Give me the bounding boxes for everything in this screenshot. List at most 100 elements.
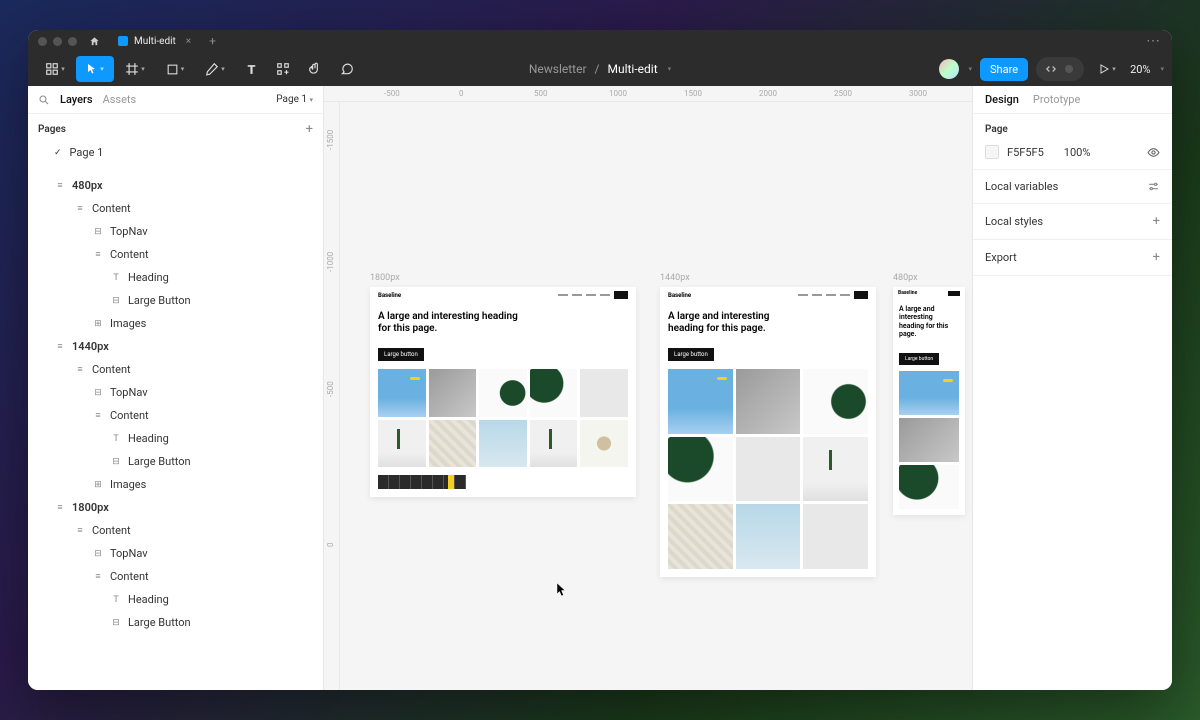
grid-icon: ⊞ <box>92 319 104 329</box>
avatar[interactable] <box>939 59 959 79</box>
page-color-value[interactable]: F5F5F5 <box>1007 146 1044 159</box>
close-dot[interactable] <box>38 37 47 46</box>
pages-section-header: Pages + <box>28 114 323 141</box>
window-menu-icon[interactable]: ⋯ <box>1146 33 1162 49</box>
variables-settings-icon[interactable] <box>1147 180 1160 193</box>
avatar-chevron-icon[interactable]: ▾ <box>969 65 973 73</box>
traffic-lights[interactable] <box>38 37 77 46</box>
layer-row[interactable]: ⊞Images <box>28 473 323 496</box>
toolbar: ▾ ▾ ▾ ▾ ▾ <box>28 52 1172 86</box>
add-style-button[interactable]: + <box>1153 214 1160 229</box>
min-dot[interactable] <box>53 37 62 46</box>
canvas-area[interactable]: -500 0 500 1000 1500 2000 2500 3000 -150… <box>324 86 972 690</box>
frame-1800[interactable]: 1800px Baseline A large and interesting … <box>370 287 636 497</box>
move-tool[interactable]: ▾ <box>76 56 114 82</box>
shape-tool[interactable]: ▾ <box>156 56 194 82</box>
layer-row[interactable]: THeading <box>28 266 323 289</box>
visibility-icon[interactable] <box>1147 146 1160 159</box>
check-icon: ✓ <box>54 148 62 158</box>
T-icon: T <box>110 434 122 444</box>
line-icon: ≡ <box>54 502 66 513</box>
layer-label: Large Button <box>128 455 191 468</box>
dev-mode-toggle[interactable] <box>1036 57 1084 81</box>
line-icon: ≡ <box>74 364 86 375</box>
home-icon[interactable] <box>89 36 100 47</box>
hand-tool[interactable] <box>300 56 330 82</box>
layer-row[interactable]: ≡Content <box>28 519 323 542</box>
zoom-chevron-icon[interactable]: ▾ <box>1160 65 1164 73</box>
add-page-button[interactable]: + <box>306 122 313 137</box>
layer-row[interactable]: ≡Content <box>28 243 323 266</box>
line-icon: ≡ <box>92 410 104 421</box>
frame-1440[interactable]: 1440px Baseline A large and interesting … <box>660 287 876 577</box>
layers-list[interactable]: ≡480px≡Content⊟TopNav≡ContentTHeading⊟La… <box>28 174 323 690</box>
frame-label[interactable]: 1440px <box>660 273 690 283</box>
layer-row[interactable]: ≡Content <box>28 197 323 220</box>
export-label[interactable]: Export <box>985 251 1017 264</box>
prototype-tab[interactable]: Prototype <box>1033 93 1080 106</box>
layer-row[interactable]: ≡Content <box>28 404 323 427</box>
present-button[interactable]: ▾ <box>1092 56 1122 82</box>
main-menu-button[interactable]: ▾ <box>36 56 74 82</box>
max-dot[interactable] <box>68 37 77 46</box>
layer-label: Large Button <box>128 294 191 307</box>
page-dropdown[interactable]: Page 1 ▾ <box>276 94 313 105</box>
layers-tab[interactable]: Layers <box>60 93 93 106</box>
layer-row[interactable]: ⊟TopNav <box>28 220 323 243</box>
bar-icon: ⊟ <box>110 457 122 467</box>
document-tab[interactable]: Multi-edit × <box>118 36 191 47</box>
frame-480[interactable]: 480px Baseline A large and interesting h… <box>893 287 965 515</box>
layer-row[interactable]: ⊟TopNav <box>28 381 323 404</box>
canvas[interactable]: 1800px Baseline A large and interesting … <box>340 102 972 690</box>
comment-tool[interactable] <box>332 56 362 82</box>
breadcrumb-file[interactable]: Multi-edit <box>607 62 657 76</box>
share-button[interactable]: Share <box>980 58 1028 81</box>
assets-tab[interactable]: Assets <box>103 93 137 106</box>
chevron-down-icon[interactable]: ▾ <box>668 65 672 73</box>
pages-label: Pages <box>38 124 66 135</box>
local-styles-label[interactable]: Local styles <box>985 215 1043 228</box>
pen-tool[interactable]: ▾ <box>196 56 234 82</box>
layer-row[interactable]: THeading <box>28 427 323 450</box>
layer-row[interactable]: ⊞ Images <box>28 312 323 335</box>
add-export-button[interactable]: + <box>1153 250 1160 265</box>
ruler-vertical: -1500 -1000 -500 0 <box>324 102 340 690</box>
frame-label[interactable]: 480px <box>893 273 918 283</box>
local-variables-label[interactable]: Local variables <box>985 180 1058 193</box>
bar-icon: ⊟ <box>92 227 104 237</box>
breadcrumb[interactable]: Newsletter / Multi-edit ▾ <box>529 62 671 76</box>
page-item[interactable]: ✓ Page 1 <box>28 141 323 164</box>
tab-close-icon[interactable]: × <box>186 36 191 47</box>
design-tab[interactable]: Design <box>985 93 1019 106</box>
T-icon: T <box>110 595 122 605</box>
frame-label[interactable]: 1800px <box>370 273 400 283</box>
layer-label: TopNav <box>110 547 148 560</box>
layer-label: Images <box>110 317 146 330</box>
right-panel: Design Prototype Page F5F5F5 100% Local … <box>972 86 1172 690</box>
layer-label: 1800px <box>72 501 109 514</box>
layer-row[interactable]: ≡1440px <box>28 335 323 358</box>
layer-row[interactable]: ≡ 1800px <box>28 496 323 519</box>
layer-label: TopNav <box>110 386 148 399</box>
figma-badge-icon <box>118 36 128 46</box>
bar-icon: ⊟ <box>92 549 104 559</box>
layer-row[interactable]: ≡ Content <box>28 358 323 381</box>
layer-label: Content <box>92 363 131 376</box>
resources-tool[interactable] <box>268 56 298 82</box>
layer-row[interactable]: THeading <box>28 588 323 611</box>
page-color-swatch[interactable] <box>985 145 999 159</box>
layer-row[interactable]: ≡Content <box>28 565 323 588</box>
text-tool[interactable] <box>236 56 266 82</box>
layer-row[interactable]: ⊟ TopNav <box>28 542 323 565</box>
new-tab-button[interactable]: + <box>209 34 216 48</box>
layer-row[interactable]: ⊟Large Button <box>28 289 323 312</box>
search-icon[interactable] <box>38 94 50 106</box>
breadcrumb-project[interactable]: Newsletter <box>529 62 587 76</box>
layer-row[interactable]: ⊟ Large Button <box>28 450 323 473</box>
zoom-level[interactable]: 20% <box>1130 63 1150 76</box>
layer-row[interactable]: ⊟Large Button <box>28 611 323 634</box>
layer-row[interactable]: ≡480px <box>28 174 323 197</box>
frame-tool[interactable]: ▾ <box>116 56 154 82</box>
page-opacity-value[interactable]: 100% <box>1064 146 1091 159</box>
T-icon: T <box>110 273 122 283</box>
